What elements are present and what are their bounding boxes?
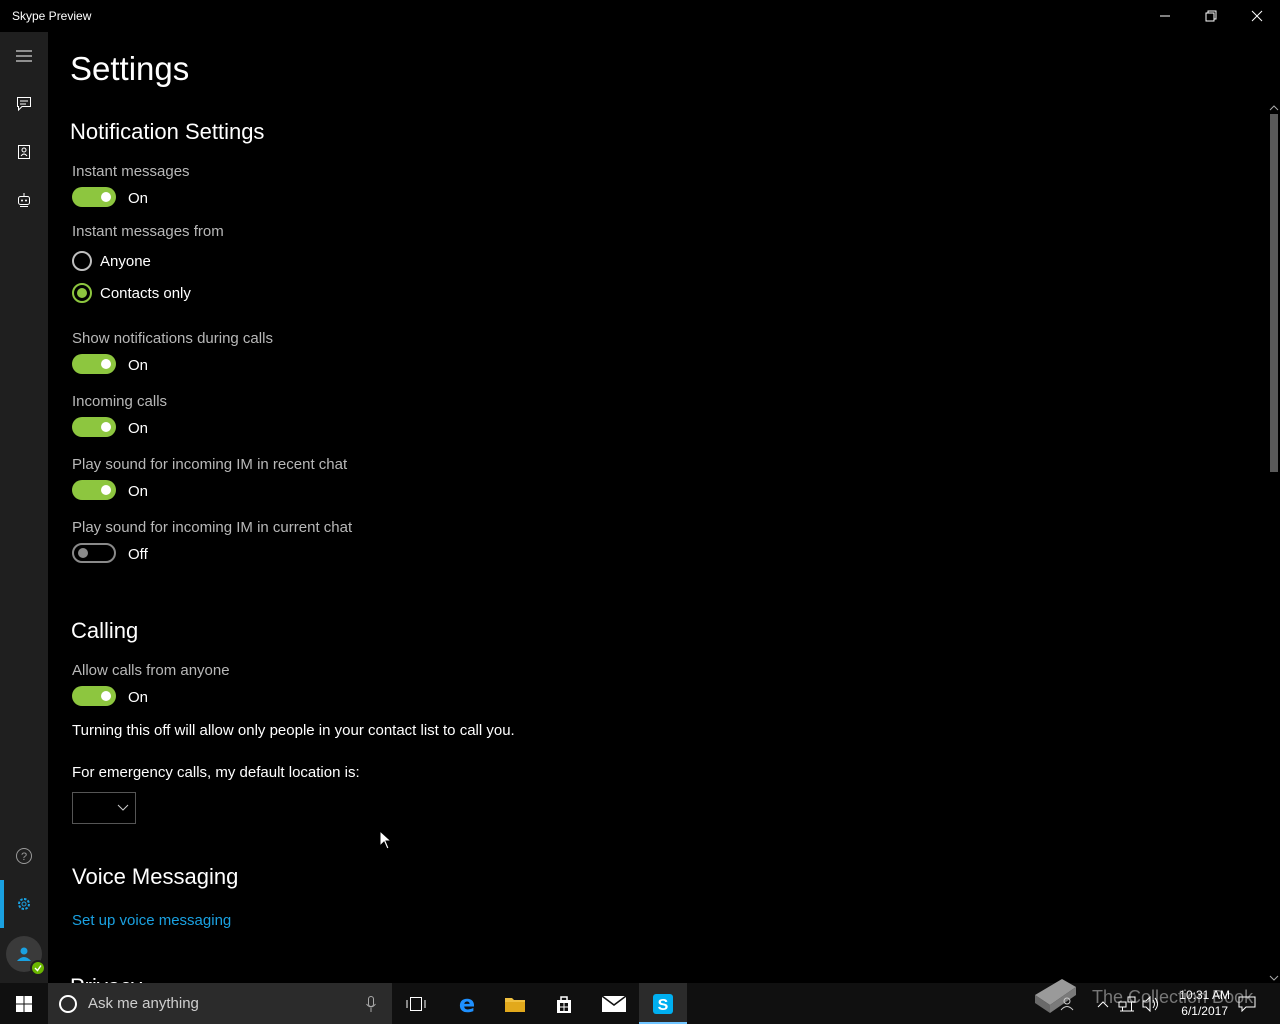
- sound-recent-chat-toggle[interactable]: [72, 480, 116, 500]
- instant-messages-state: On: [128, 190, 149, 207]
- sidebar: ?: [0, 32, 48, 983]
- volume-icon[interactable]: [1142, 996, 1160, 1012]
- emergency-location-label: For emergency calls, my default location…: [72, 764, 360, 781]
- radio-contacts-only[interactable]: [72, 283, 92, 303]
- mail-button[interactable]: [590, 983, 638, 1024]
- sidebar-item-settings[interactable]: [0, 880, 48, 928]
- emergency-location-dropdown[interactable]: [72, 792, 136, 824]
- radio-contacts-only-label[interactable]: Contacts only: [100, 285, 191, 302]
- mail-icon: [602, 995, 626, 1012]
- sidebar-item-chats[interactable]: [0, 80, 48, 128]
- sound-current-chat-state: Off: [128, 546, 148, 563]
- settings-content: Settings Notification Settings Instant m…: [48, 32, 1280, 983]
- clock-time: 10:31 AM: [1179, 988, 1230, 1002]
- checkmark-icon: [34, 965, 42, 972]
- edge-button[interactable]: e: [443, 983, 491, 1024]
- allow-calls-description: Turning this off will allow only people …: [72, 722, 515, 739]
- incoming-calls-label: Incoming calls: [72, 393, 168, 410]
- during-calls-label: Show notifications during calls: [72, 330, 273, 347]
- minimize-button[interactable]: [1142, 0, 1188, 32]
- sound-recent-chat-state: On: [128, 483, 149, 500]
- taskbar-clock[interactable]: 10:31 AM 6/1/2017: [1179, 987, 1230, 1019]
- notification-center-icon[interactable]: [1238, 996, 1256, 1012]
- title-bar: Skype Preview: [0, 0, 1280, 32]
- help-button[interactable]: ?: [0, 832, 48, 880]
- radio-anyone-label[interactable]: Anyone: [100, 253, 151, 270]
- task-view-button[interactable]: [392, 983, 440, 1024]
- skype-icon: S: [653, 993, 673, 1014]
- menu-button[interactable]: [0, 32, 48, 80]
- clock-date: 6/1/2017: [1181, 1004, 1228, 1018]
- allow-calls-toggle[interactable]: [72, 686, 116, 706]
- taskbar: Ask me anything e S The Collection Book …: [0, 979, 1280, 1024]
- people-icon[interactable]: [1060, 997, 1074, 1011]
- file-explorer-button[interactable]: [491, 983, 539, 1024]
- incoming-calls-toggle[interactable]: [72, 417, 116, 437]
- setup-voice-messaging-link[interactable]: Set up voice messaging: [72, 912, 231, 929]
- contacts-book-icon: [18, 145, 30, 159]
- svg-text:e: e: [459, 993, 475, 1015]
- search-placeholder: Ask me anything: [88, 995, 199, 1012]
- microphone-icon[interactable]: [366, 996, 376, 1012]
- chat-icon: [17, 97, 31, 112]
- allow-calls-state: On: [128, 689, 149, 706]
- window-title: Skype Preview: [12, 9, 92, 23]
- privacy-heading-partial: Privacy: [70, 974, 142, 983]
- page-title: Settings: [70, 50, 190, 87]
- taskbar-search-box[interactable]: Ask me anything: [48, 983, 392, 1024]
- svg-text:S: S: [658, 997, 669, 1014]
- mouse-cursor-icon: [379, 830, 393, 850]
- cortana-icon: [59, 995, 77, 1013]
- close-button[interactable]: [1234, 0, 1280, 32]
- minimize-icon: [1160, 15, 1170, 17]
- windows-logo-icon: [16, 995, 32, 1012]
- bot-icon: [18, 193, 30, 207]
- sound-current-chat-toggle[interactable]: [72, 543, 116, 563]
- chevron-down-icon: [117, 804, 129, 811]
- start-button[interactable]: [0, 983, 48, 1024]
- incoming-calls-state: On: [128, 420, 149, 437]
- instant-messages-label: Instant messages: [72, 163, 190, 180]
- notification-settings-heading: Notification Settings: [70, 119, 265, 144]
- chevron-up-icon[interactable]: [1097, 1000, 1109, 1008]
- close-icon: [1251, 10, 1263, 22]
- gear-icon: [18, 898, 30, 910]
- skype-taskbar-button[interactable]: S: [639, 983, 687, 1024]
- sound-recent-chat-label: Play sound for incoming IM in recent cha…: [72, 456, 348, 473]
- presence-status-badge: [30, 960, 46, 976]
- help-icon: ?: [16, 848, 32, 864]
- during-calls-toggle[interactable]: [72, 354, 116, 374]
- svg-text:?: ?: [21, 851, 27, 863]
- scrollbar[interactable]: [1268, 102, 1280, 983]
- sound-current-chat-label: Play sound for incoming IM in current ch…: [72, 519, 353, 536]
- scroll-up-icon: [1269, 105, 1279, 111]
- sidebar-item-contacts[interactable]: [0, 128, 48, 176]
- instant-messages-toggle[interactable]: [72, 187, 116, 207]
- sidebar-item-bots[interactable]: [0, 176, 48, 224]
- store-bag-icon: [557, 995, 571, 1013]
- allow-calls-label: Allow calls from anyone: [72, 662, 230, 679]
- user-icon: [17, 947, 31, 961]
- network-icon[interactable]: [1118, 996, 1136, 1012]
- calling-heading: Calling: [71, 618, 139, 643]
- radio-anyone[interactable]: [72, 251, 92, 271]
- scroll-down-icon: [1269, 975, 1279, 981]
- scroll-thumb[interactable]: [1270, 114, 1278, 472]
- restore-button[interactable]: [1188, 0, 1234, 32]
- restore-icon: [1205, 10, 1217, 22]
- during-calls-state: On: [128, 357, 149, 374]
- edge-browser-icon: e: [459, 993, 475, 1015]
- folder-icon: [505, 997, 525, 1012]
- messages-from-label: Instant messages from: [72, 223, 224, 240]
- hamburger-icon: [16, 50, 32, 62]
- voice-messaging-heading: Voice Messaging: [72, 864, 239, 889]
- task-view-icon: [406, 996, 426, 1011]
- store-button[interactable]: [540, 983, 588, 1024]
